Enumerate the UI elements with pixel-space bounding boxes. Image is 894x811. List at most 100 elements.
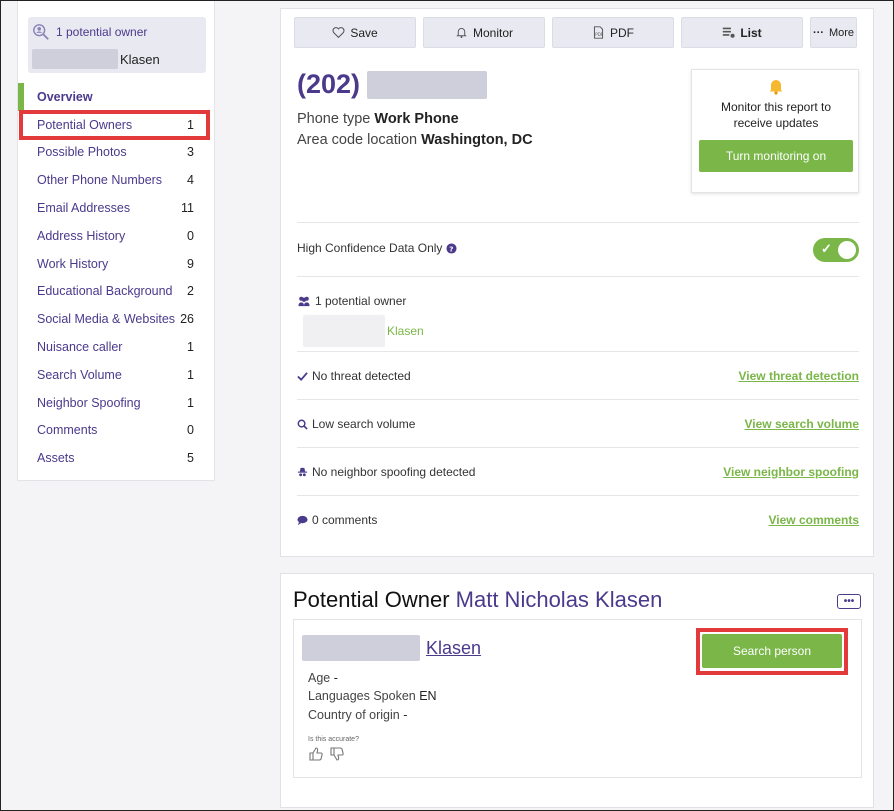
- nav-item-overview[interactable]: Overview: [18, 83, 216, 111]
- area-location-label: Area code location: [297, 132, 418, 148]
- svg-text:PDF: PDF: [595, 32, 604, 37]
- search-volume-label: Low search volume: [312, 417, 416, 431]
- thumbs-up-icon[interactable]: [308, 746, 324, 762]
- pdf-file-icon: PDF: [593, 26, 604, 39]
- nav-label: Possible Photos: [37, 145, 127, 160]
- nav-label: Social Media & Websites: [37, 312, 176, 327]
- phone-type-label: Phone type: [297, 111, 371, 127]
- nav-count: 1: [187, 395, 194, 410]
- high-confidence-row: High Confidence Data Only ? ✓: [297, 222, 859, 276]
- checkmark-icon: [297, 371, 308, 381]
- nav-item-other-phone-numbers[interactable]: Other Phone Numbers 4: [18, 166, 216, 194]
- high-confidence-toggle[interactable]: ✓: [813, 238, 859, 262]
- accuracy-question: Is this accurate?: [308, 736, 359, 743]
- age-line: Age -: [308, 671, 338, 685]
- nav-item-social-media[interactable]: Social Media & Websites 26: [18, 305, 216, 333]
- view-neighbor-spoofing-link[interactable]: View neighbor spoofing: [723, 465, 859, 479]
- owner-link[interactable]: Klasen: [303, 315, 424, 347]
- search-person-icon: [33, 24, 49, 40]
- nav-item-assets[interactable]: Assets 5: [18, 444, 216, 472]
- nav-count: 0: [187, 423, 194, 438]
- nav-item-work-history[interactable]: Work History 9: [18, 250, 216, 278]
- monitor-label: Monitor: [472, 25, 513, 40]
- highlight-annotation: [19, 110, 210, 140]
- list-button[interactable]: List: [681, 17, 803, 48]
- nav-count: 2: [187, 284, 194, 299]
- owner-count-text: 1 potential owner: [56, 25, 148, 39]
- nav-item-search-volume[interactable]: Search Volume 1: [18, 361, 216, 389]
- monitor-button[interactable]: Monitor: [423, 17, 545, 48]
- accuracy-feedback: [308, 746, 345, 762]
- nav-label: Other Phone Numbers: [37, 173, 163, 188]
- nav-count: 5: [187, 451, 194, 466]
- help-icon[interactable]: ?: [446, 242, 457, 254]
- potential-owner-full-name: Matt Nicholas Klasen: [455, 587, 663, 612]
- nav-label: Work History: [37, 256, 109, 271]
- potential-owner-detail: Klasen Age - Languages Spoken EN Country…: [293, 619, 862, 778]
- threat-row: No threat detected View threat detection: [297, 351, 859, 399]
- nav-item-educational-background[interactable]: Educational Background 2: [18, 278, 216, 306]
- owner-summary-card: 1 potential owner Klasen: [28, 17, 206, 73]
- nav-item-email-addresses[interactable]: Email Addresses 11: [18, 194, 216, 222]
- ellipsis-icon: ···: [812, 26, 824, 39]
- redacted-owner-first-name: [303, 315, 385, 347]
- nav-count: 9: [187, 256, 194, 271]
- nav-item-nuisance-caller[interactable]: Nuisance caller 1: [18, 333, 216, 361]
- view-threat-detection-link[interactable]: View threat detection: [739, 369, 859, 383]
- comments-label: 0 comments: [312, 513, 378, 527]
- potential-owner-title: Potential Owner: [293, 587, 450, 612]
- nav-item-neighbor-spoofing[interactable]: Neighbor Spoofing 1: [18, 389, 216, 417]
- search-volume-row: Low search volume View search volume: [297, 399, 859, 447]
- potential-owner-heading: Potential Owner Matt Nicholas Klasen: [293, 587, 662, 613]
- threat-label-group: No threat detected: [297, 369, 411, 383]
- nav-label: Nuisance caller: [37, 340, 123, 355]
- country-value: -: [403, 708, 408, 722]
- svg-text:?: ?: [450, 244, 454, 253]
- country-line: Country of origin -: [308, 708, 407, 722]
- owner-count-line: 1 potential owner: [32, 23, 147, 41]
- owner-link-text: Klasen: [387, 324, 424, 338]
- redacted-phone-digits: [367, 70, 488, 99]
- turn-monitoring-on-button[interactable]: Turn monitoring on: [699, 140, 853, 172]
- nav-label: Search Volume: [37, 367, 122, 382]
- check-icon: ✓: [821, 241, 832, 256]
- monitor-panel: Monitor this report to receive updates T…: [691, 69, 859, 193]
- owners-row: 1 potential owner Klasen: [297, 276, 859, 351]
- nav-label: Address History: [37, 228, 126, 243]
- comments-label-group: 0 comments: [297, 513, 377, 527]
- nav-label: Educational Background: [37, 284, 173, 299]
- high-confidence-label: High Confidence Data Only: [297, 241, 443, 255]
- nav-item-address-history[interactable]: Address History 0: [18, 222, 216, 250]
- users-icon: [298, 296, 310, 306]
- potential-owner-more-button[interactable]: •••: [837, 594, 861, 609]
- nav-count: 11: [181, 201, 194, 216]
- toggle-knob: [838, 241, 856, 259]
- languages-line: Languages Spoken EN: [308, 689, 437, 703]
- owner-name-line: Klasen: [32, 49, 160, 69]
- pdf-button[interactable]: PDF PDF: [552, 17, 674, 48]
- nav-label: Comments: [37, 423, 98, 438]
- monitor-message: Monitor this report to receive updates: [720, 100, 832, 130]
- save-button[interactable]: Save: [294, 17, 416, 48]
- save-label: Save: [350, 25, 378, 40]
- more-label: More: [828, 26, 855, 39]
- nav-count: 26: [180, 312, 194, 327]
- country-label: Country of origin: [308, 708, 400, 722]
- search-volume-label-group: Low search volume: [297, 417, 415, 431]
- view-comments-link[interactable]: View comments: [769, 513, 859, 527]
- thumbs-down-icon[interactable]: [329, 746, 345, 762]
- age-label: Age: [308, 671, 331, 685]
- view-search-volume-link[interactable]: View search volume: [744, 417, 859, 431]
- owners-label-group: 1 potential owner: [297, 294, 406, 308]
- section-nav: Overview Potential Owners 1 Possible Phot…: [18, 83, 216, 472]
- potential-owner-name-link[interactable]: Klasen: [302, 635, 481, 661]
- nav-item-comments[interactable]: Comments 0: [18, 417, 216, 445]
- languages-value: EN: [419, 689, 437, 703]
- nav-label: Email Addresses: [37, 201, 131, 216]
- bell-icon: [769, 80, 783, 95]
- nav-item-possible-photos[interactable]: Possible Photos 3: [18, 139, 216, 167]
- nav-count: 4: [187, 173, 194, 188]
- nav-label: Neighbor Spoofing: [37, 395, 141, 410]
- redacted-owner-given-name: [302, 635, 420, 661]
- more-button[interactable]: ··· More: [810, 17, 857, 48]
